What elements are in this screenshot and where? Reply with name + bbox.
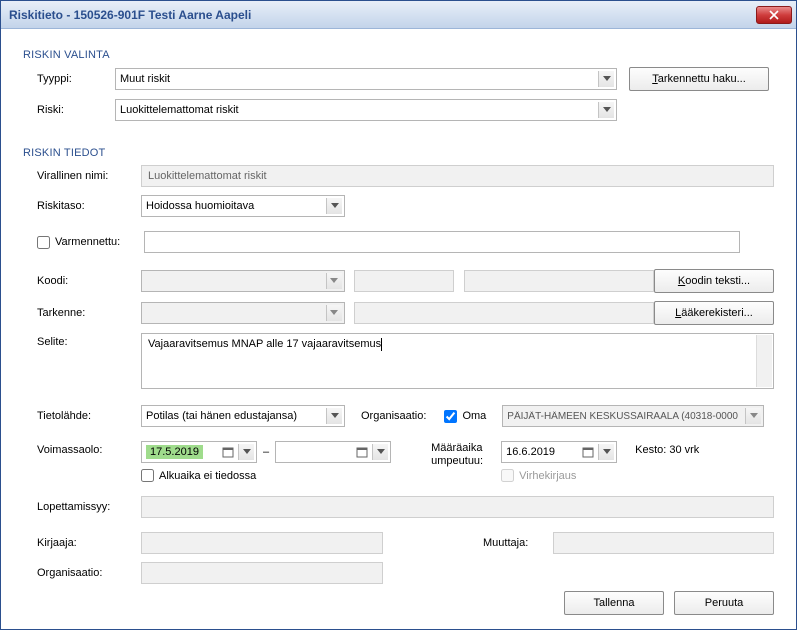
selite-value: Vajaaravitsemus MNAP alle 17 vajaaravits…	[148, 338, 381, 350]
tyyppi-select[interactable]: Muut riskit	[115, 68, 617, 90]
voimassa-from-value: 17.5.2019	[146, 445, 203, 459]
tarkenne-aux	[354, 302, 654, 324]
chevron-down-icon	[598, 71, 614, 87]
organisaatio-value: PÄIJÄT-HÄMEEN KESKUSSAIRAALA (40318-0000	[507, 411, 738, 422]
scrollbar[interactable]	[756, 335, 772, 387]
row-riski: Riski: Luokittelemattomat riskit	[23, 99, 774, 121]
chevron-down-icon	[326, 198, 342, 214]
tyyppi-label: Tyyppi:	[23, 73, 115, 85]
virallinen-nimi-label: Virallinen nimi:	[23, 170, 141, 182]
voimassa-to-date[interactable]	[275, 441, 391, 463]
muuttaja-label: Muuttaja:	[483, 537, 553, 549]
virhekirjaus-checkbox	[501, 469, 514, 482]
koodi-select[interactable]	[141, 270, 345, 292]
riski-select[interactable]: Luokittelemattomat riskit	[115, 99, 617, 121]
organisaatio2-label: Organisaatio:	[23, 567, 141, 579]
row-organisaatio2: Organisaatio:	[23, 562, 774, 584]
row-selite: Selite: Vajaaravitsemus MNAP alle 17 vaj…	[23, 333, 774, 389]
close-button[interactable]	[756, 6, 792, 24]
tietolahde-value: Potilas (tai hänen edustajansa)	[146, 410, 297, 422]
lopettamissyy-field	[141, 496, 774, 518]
virallinen-nimi-field: Luokittelemattomat riskit	[141, 165, 774, 187]
koodi-aux1	[354, 270, 454, 292]
kirjaaja-label: Kirjaaja:	[23, 537, 141, 549]
virhekirjaus-label: Virhekirjaus	[519, 470, 576, 482]
chevron-down-icon	[326, 305, 342, 321]
varmennettu-input[interactable]	[144, 231, 740, 253]
section-riskin-valinta-header: RISKIN VALINTA	[23, 45, 774, 67]
chevron-down-icon	[598, 102, 614, 118]
koodin-teksti-button[interactable]: Koodin teksti...	[654, 269, 774, 293]
selite-label: Selite:	[23, 333, 141, 348]
kirjaaja-field	[141, 532, 383, 554]
window: Riskitieto - 150526-901F Testi Aarne Aap…	[0, 0, 797, 630]
peruuta-button[interactable]: Peruuta	[674, 591, 774, 615]
maaraaika-label: Määräaika umpeutuu:	[431, 441, 483, 468]
varmennettu-label: Varmennettu:	[55, 236, 120, 248]
virhekirjaus-checkbox-line: Virhekirjaus	[501, 469, 617, 482]
bottom-button-bar: Tallenna Peruuta	[564, 591, 774, 615]
calendar-icon	[354, 444, 370, 460]
calendar-icon	[580, 444, 596, 460]
tyyppi-value: Muut riskit	[120, 73, 170, 85]
voimassa-from-date[interactable]: 17.5.2019	[141, 441, 257, 463]
row-tyyppi: Tyyppi: Muut riskit Tarkennettu haku...	[23, 67, 774, 91]
row-riskitaso: Riskitaso: Hoidossa huomioitava	[23, 195, 774, 217]
row-varmennettu: Varmennettu:	[23, 231, 774, 253]
riskitaso-value: Hoidossa huomioitava	[146, 200, 254, 212]
organisaatio-label: Organisaatio:	[361, 410, 426, 422]
oma-label: Oma	[462, 410, 486, 422]
chevron-down-icon	[598, 444, 614, 460]
oma-checkbox[interactable]	[444, 410, 457, 423]
voimassaolo-label: Voimassaolo:	[23, 441, 141, 456]
window-title: Riskitieto - 150526-901F Testi Aarne Aap…	[9, 8, 251, 22]
riski-value: Luokittelemattomat riskit	[120, 104, 239, 116]
date-dash: –	[263, 446, 269, 458]
alkuaika-checkbox-line: Alkuaika ei tiedossa	[141, 469, 391, 482]
chevron-down-icon	[372, 444, 388, 460]
chevron-down-icon	[745, 408, 761, 424]
chevron-down-icon	[326, 273, 342, 289]
maaraaika-value: 16.6.2019	[506, 446, 555, 458]
tietolahde-label: Tietolähde:	[23, 410, 141, 422]
text-cursor	[381, 338, 382, 351]
kesto-label: Kesto: 30 vrk	[635, 441, 699, 456]
row-lopettamissyy: Lopettamissyy:	[23, 496, 774, 518]
oma-checkbox-line: Oma	[444, 410, 486, 423]
section-riskin-tiedot-header: RISKIN TIEDOT	[23, 143, 774, 165]
row-koodi: Koodi: Koodin teksti...	[23, 269, 774, 293]
row-virallinen-nimi: Virallinen nimi: Luokittelemattomat risk…	[23, 165, 774, 187]
row-tarkenne: Tarkenne: Lääkerekisteri...	[23, 301, 774, 325]
riskitaso-label: Riskitaso:	[23, 200, 141, 212]
riskitaso-select[interactable]: Hoidossa huomioitava	[141, 195, 345, 217]
dialog-body: RISKIN VALINTA Tyyppi: Muut riskit Tarke…	[1, 29, 796, 629]
riski-label: Riski:	[23, 104, 115, 116]
row-tietolahde: Tietolähde: Potilas (tai hänen edustajan…	[23, 405, 774, 427]
calendar-icon	[220, 444, 236, 460]
row-kirjaaja: Kirjaaja: Muuttaja:	[23, 532, 774, 554]
maaraaika-date[interactable]: 16.6.2019	[501, 441, 617, 463]
titlebar: Riskitieto - 150526-901F Testi Aarne Aap…	[1, 1, 796, 29]
selite-textarea[interactable]: Vajaaravitsemus MNAP alle 17 vajaaravits…	[141, 333, 774, 389]
lopettamissyy-label: Lopettamissyy:	[23, 501, 141, 513]
tarkenne-label: Tarkenne:	[23, 307, 141, 319]
organisaatio2-field	[141, 562, 383, 584]
organisaatio-select[interactable]: PÄIJÄT-HÄMEEN KESKUSSAIRAALA (40318-0000	[502, 405, 764, 427]
alkuaika-checkbox[interactable]	[141, 469, 154, 482]
tallenna-button[interactable]: Tallenna	[564, 591, 664, 615]
tietolahde-select[interactable]: Potilas (tai hänen edustajansa)	[141, 405, 345, 427]
koodi-aux2	[464, 270, 654, 292]
laakerekisteri-button[interactable]: Lääkerekisteri...	[654, 301, 774, 325]
chevron-down-icon	[326, 408, 342, 424]
koodi-label: Koodi:	[23, 275, 141, 287]
chevron-down-icon	[238, 444, 254, 460]
close-icon	[769, 10, 779, 20]
muuttaja-field	[553, 532, 774, 554]
varmennettu-checkbox-line: Varmennettu:	[37, 236, 120, 249]
tarkenne-select[interactable]	[141, 302, 345, 324]
alkuaika-label: Alkuaika ei tiedossa	[159, 470, 256, 482]
tarkennettu-haku-button[interactable]: Tarkennettu haku...	[629, 67, 769, 91]
varmennettu-checkbox[interactable]	[37, 236, 50, 249]
row-voimassaolo: Voimassaolo: 17.5.2019 –	[23, 441, 774, 482]
